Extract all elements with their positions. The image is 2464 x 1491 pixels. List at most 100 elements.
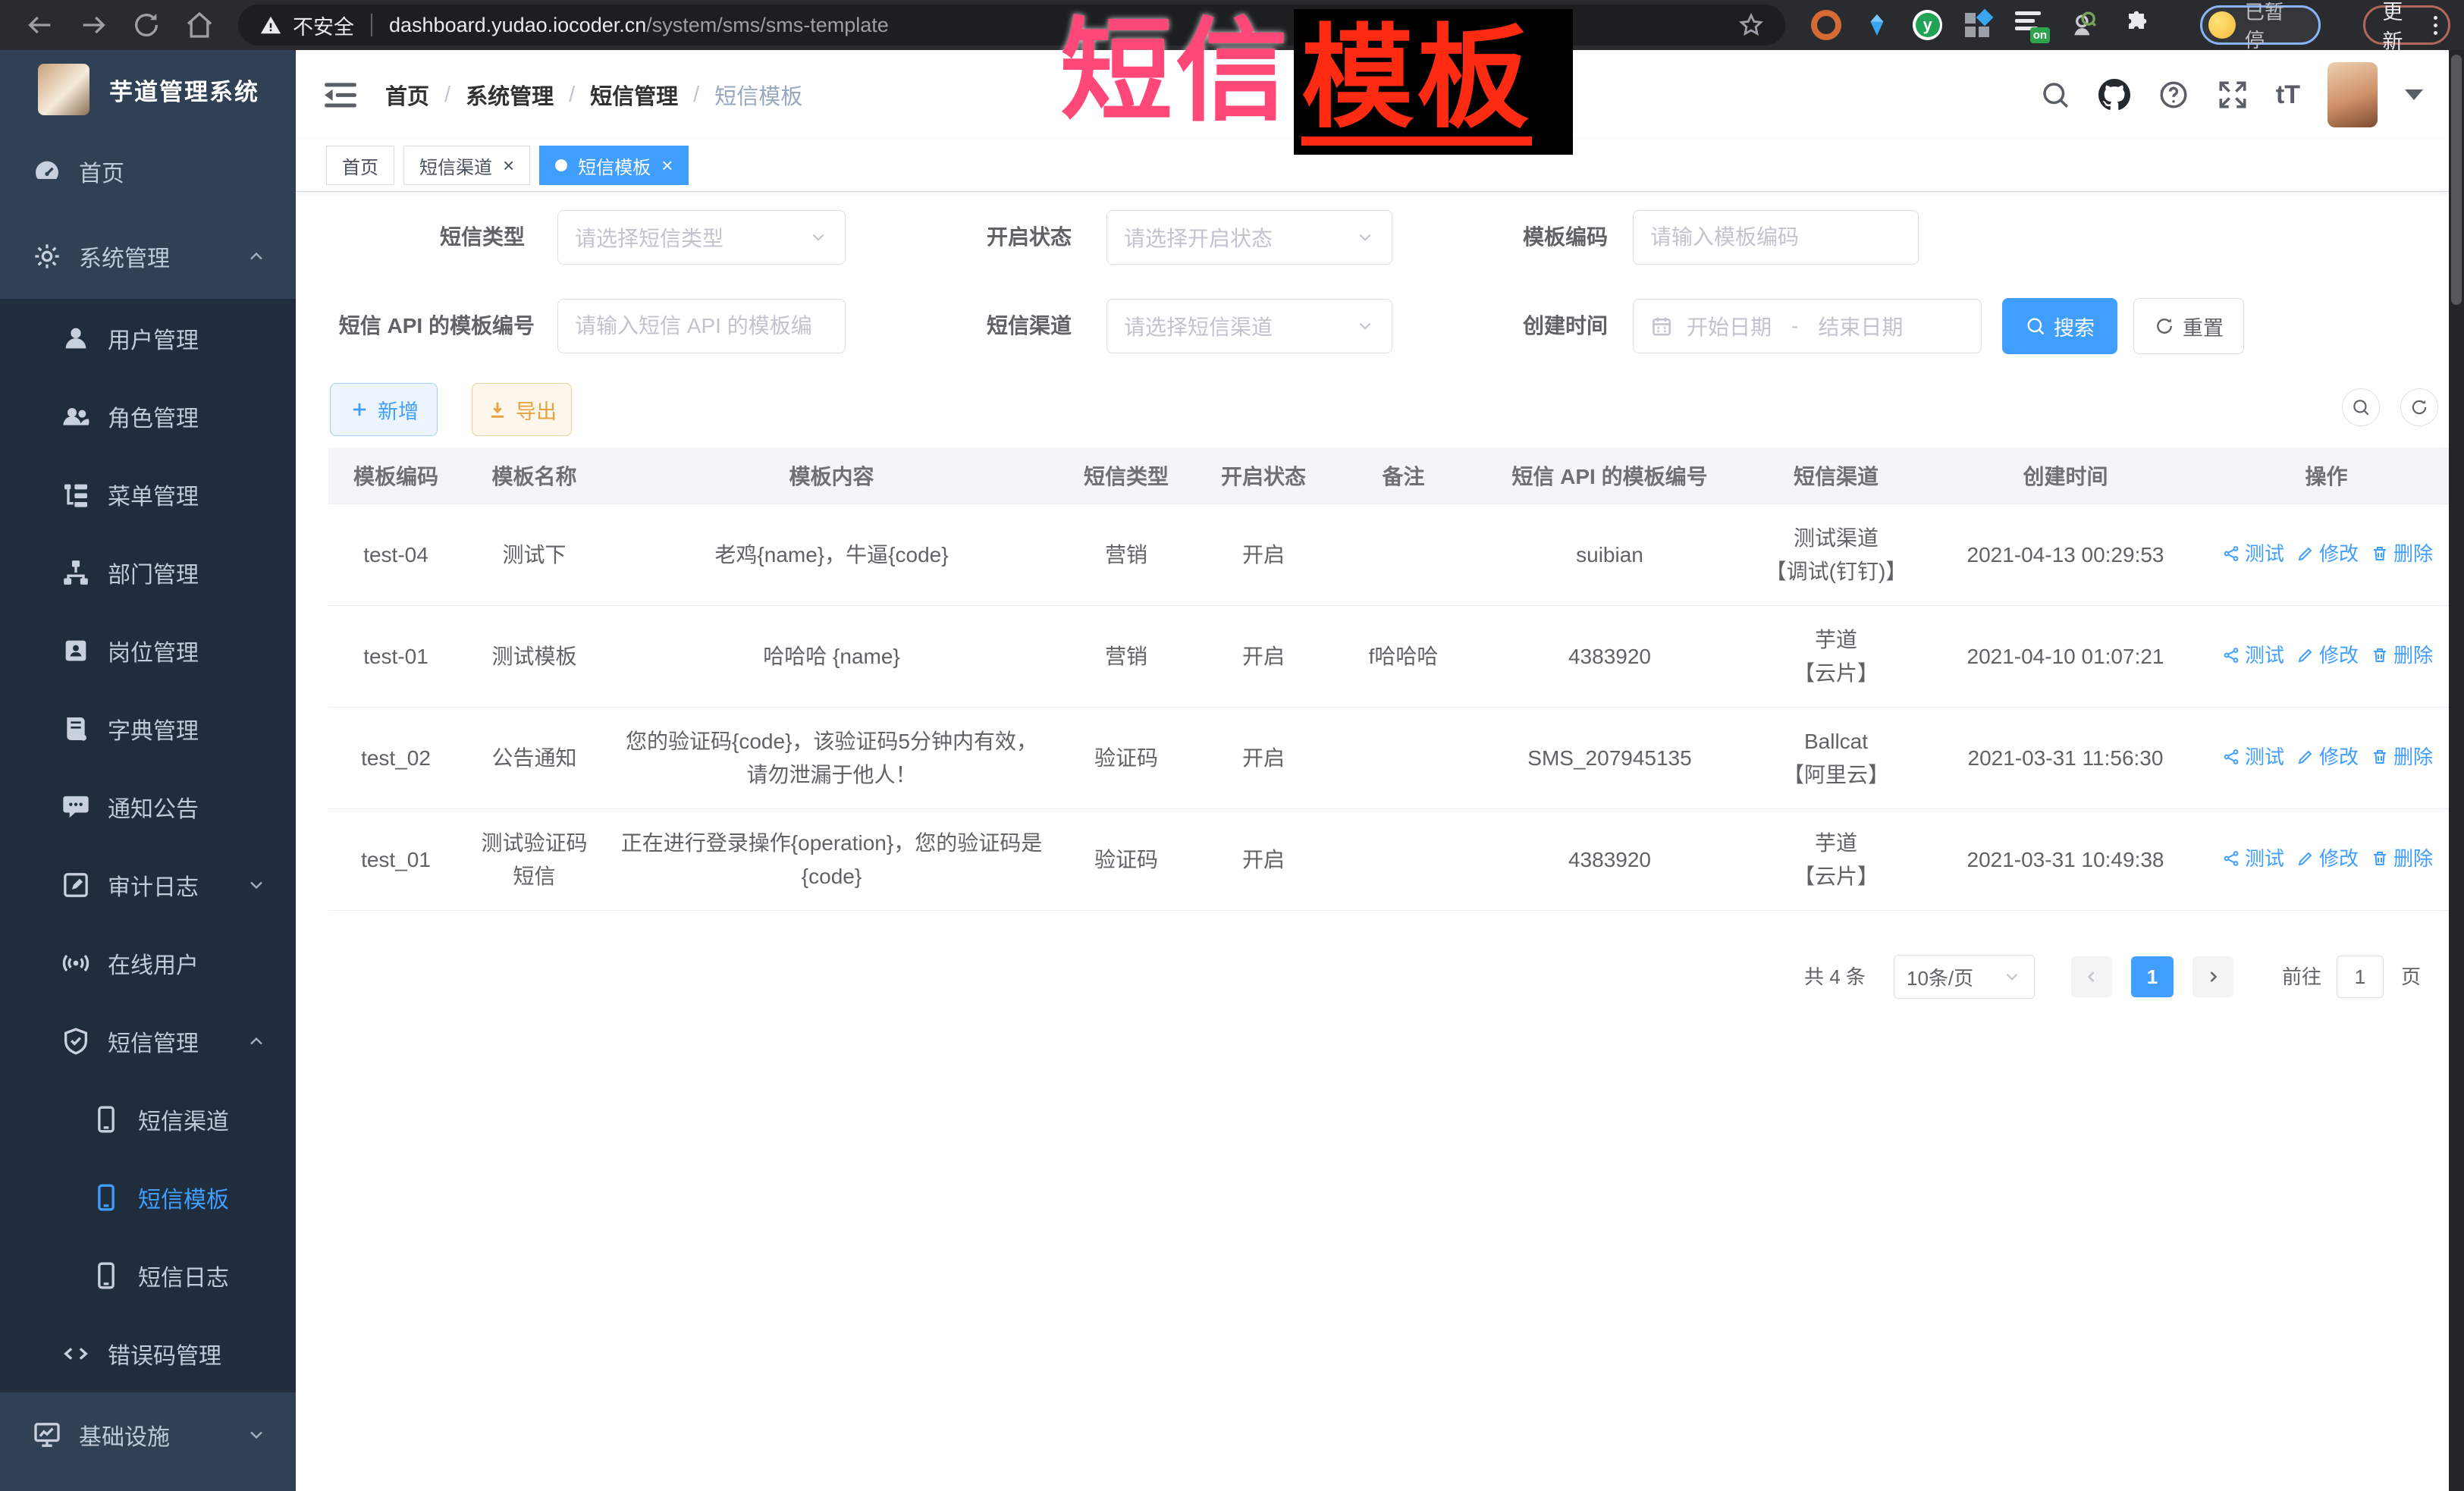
action-delete-link[interactable]: 删除 [2371, 740, 2433, 774]
ext-gem-icon[interactable] [1864, 12, 1890, 38]
browser-back-icon[interactable] [25, 10, 55, 40]
api-template-id-input[interactable] [557, 299, 846, 353]
action-test-link[interactable]: 测试 [2222, 537, 2284, 570]
pagination-page-1[interactable]: 1 [2131, 956, 2174, 997]
page-size-select[interactable]: 10条/页 [1894, 955, 2035, 999]
profile-chip[interactable]: 已暂停 [2200, 5, 2321, 45]
browser-menu-kebab-icon[interactable] [2434, 16, 2437, 35]
sidebar-item-infrastructure[interactable]: 基础设施 [0, 1392, 296, 1477]
browser-reload-icon[interactable] [131, 10, 162, 40]
sidebar-item-system[interactable]: 系统管理 [0, 214, 296, 299]
sidebar-item-label: 用户管理 [108, 322, 199, 355]
help-icon[interactable] [2158, 79, 2189, 111]
phone-icon [91, 1104, 121, 1135]
ext-orange-ring-icon[interactable] [1811, 10, 1841, 40]
sidebar-item-error-codes[interactable]: 错误码管理 [0, 1314, 296, 1392]
toggle-search-button[interactable] [2342, 388, 2380, 426]
action-edit-link[interactable]: 修改 [2296, 740, 2359, 774]
user-avatar[interactable] [2327, 62, 2378, 127]
pagination-goto-input[interactable] [2337, 956, 2384, 998]
edit-square-icon [61, 870, 91, 900]
sidebar-item-sms-channel[interactable]: 短信渠道 [0, 1080, 296, 1158]
sidebar-item-sms-template[interactable]: 短信模板 [0, 1158, 296, 1236]
bookmark-star-icon[interactable] [1738, 12, 1764, 38]
refresh-table-button[interactable] [2400, 388, 2438, 426]
browser-update-button[interactable]: 更新 [2363, 5, 2450, 45]
github-icon[interactable] [2098, 79, 2130, 111]
channel-select[interactable]: 请选择短信渠道 [1106, 299, 1392, 353]
fullscreen-icon[interactable] [2217, 79, 2249, 111]
action-delete-link[interactable]: 删除 [2371, 537, 2433, 570]
url-host[interactable]: dashboard.yudao.iocoder.cn [389, 14, 646, 37]
chevron-up-icon [246, 1031, 267, 1052]
close-icon[interactable]: × [661, 155, 673, 175]
extension-bar: y on 已暂停 更新 [1811, 5, 2450, 45]
date-range-picker[interactable]: 开始日期 - 结束日期 [1633, 299, 1982, 353]
tag-sms-template[interactable]: 短信模板× [539, 146, 689, 185]
sidebar-item-dict[interactable]: 字典管理 [0, 689, 296, 767]
pagination-next-button[interactable] [2192, 956, 2233, 997]
sidebar-item-roles[interactable]: 角色管理 [0, 377, 296, 455]
sidebar-item-menus[interactable]: 菜单管理 [0, 455, 296, 533]
tag-home[interactable]: 首页 [326, 146, 394, 185]
scrollbar-thumb[interactable] [2451, 55, 2462, 305]
org-tree-icon [61, 557, 91, 588]
sidebar-item-home[interactable]: 首页 [0, 129, 296, 214]
breadcrumb-system[interactable]: 系统管理 [466, 79, 554, 111]
tree-list-icon [61, 479, 91, 510]
active-dot [555, 159, 567, 171]
sidebar-item-online-users[interactable]: 在线用户 [0, 924, 296, 1002]
api-template-id-label: 短信 API 的模板编号 [296, 299, 535, 353]
action-delete-link[interactable]: 删除 [2371, 639, 2433, 672]
close-icon[interactable]: × [503, 155, 514, 175]
avatar-caret-down-icon[interactable] [2405, 89, 2423, 100]
ext-green-y-icon[interactable]: y [1913, 10, 1943, 40]
sidebar-item-posts[interactable]: 岗位管理 [0, 611, 296, 689]
sidebar-item-users[interactable]: 用户管理 [0, 299, 296, 377]
sidebar-collapse-icon[interactable] [322, 76, 359, 114]
page-scrollbar[interactable] [2449, 50, 2464, 1491]
extensions-puzzle-icon[interactable] [2121, 10, 2152, 40]
tag-sms-channel[interactable]: 短信渠道× [403, 146, 530, 185]
url-path[interactable]: /system/sms/sms-template [646, 14, 889, 37]
browser-home-icon[interactable] [184, 10, 215, 40]
action-test-link[interactable]: 测试 [2222, 740, 2284, 774]
export-button[interactable]: 导出 [472, 383, 572, 436]
phone-icon [91, 1182, 121, 1213]
sidebar-item-sms[interactable]: 短信管理 [0, 1002, 296, 1080]
sms-type-select[interactable]: 请选择短信类型 [557, 210, 846, 265]
sidebar-item-label: 短信渠道 [138, 1103, 229, 1136]
sidebar-item-audit-log[interactable]: 审计日志 [0, 846, 296, 924]
breadcrumb-home[interactable]: 首页 [385, 79, 429, 111]
sidebar-item-sms-log[interactable]: 短信日志 [0, 1236, 296, 1314]
address-bar[interactable]: 不安全 dashboard.yudao.iocoder.cn/system/sm… [238, 5, 1785, 46]
breadcrumb-sms[interactable]: 短信管理 [590, 79, 678, 111]
action-test-link[interactable]: 测试 [2222, 842, 2284, 875]
action-edit-link[interactable]: 修改 [2296, 537, 2359, 570]
sidebar-item-label: 菜单管理 [108, 478, 199, 511]
browser-forward-icon[interactable] [78, 10, 108, 40]
header-search-icon[interactable] [2039, 79, 2071, 111]
ext-grid-icon[interactable] [1965, 11, 1992, 39]
font-size-icon[interactable]: tT [2276, 80, 2300, 110]
template-code-input[interactable] [1633, 210, 1919, 265]
ext-list-on-icon[interactable]: on [2015, 10, 2045, 40]
add-button[interactable]: 新增 [330, 383, 438, 436]
chevron-down-icon [808, 228, 828, 247]
security-warning-icon[interactable] [259, 14, 282, 36]
pagination-prev-button[interactable] [2071, 956, 2112, 997]
ext-search-person-icon[interactable] [2068, 10, 2098, 40]
action-edit-link[interactable]: 修改 [2296, 639, 2359, 672]
id-badge-icon [61, 636, 91, 666]
status-select[interactable]: 请选择开启状态 [1106, 210, 1392, 265]
search-button[interactable]: 搜索 [2002, 298, 2117, 354]
sidebar-item-departments[interactable]: 部门管理 [0, 533, 296, 611]
action-edit-link[interactable]: 修改 [2296, 842, 2359, 875]
action-test-link[interactable]: 测试 [2222, 639, 2284, 672]
sidebar-item-notice[interactable]: 通知公告 [0, 767, 296, 846]
security-label[interactable]: 不安全 [293, 11, 354, 40]
table-row: test-04 测试下 老鸡{name}，牛逼{code} 营销 开启 suib… [328, 504, 2449, 606]
reset-button[interactable]: 重置 [2133, 298, 2244, 354]
action-delete-link[interactable]: 删除 [2371, 842, 2433, 875]
sidebar-logo[interactable]: 芋道管理系统 [0, 50, 296, 129]
